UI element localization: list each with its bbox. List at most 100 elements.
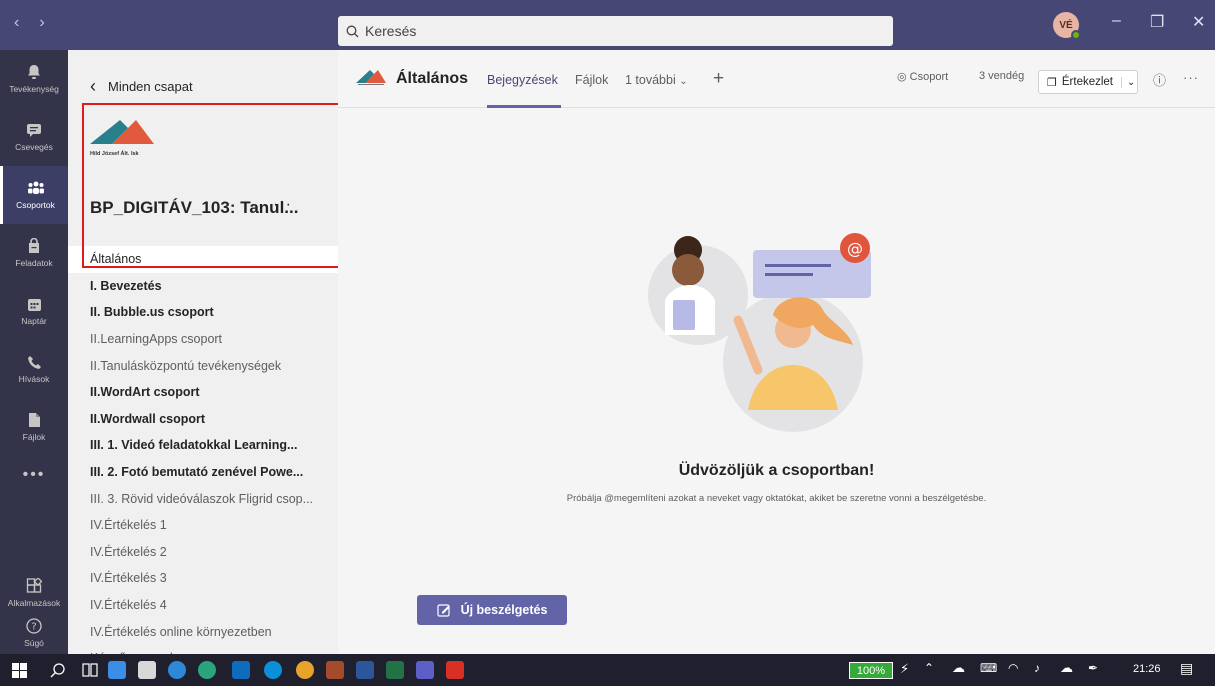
channel-item[interactable]: Képző anyagok: [68, 645, 338, 654]
pdf-icon[interactable]: [446, 661, 464, 679]
main-content: Általános Bejegyzések Fájlok 1 további ⌄…: [338, 50, 1215, 654]
teams-icon[interactable]: [416, 661, 434, 679]
teams-icon: [27, 181, 44, 194]
skype-icon[interactable]: [264, 661, 282, 679]
new-conversation-button[interactable]: Új beszélgetés: [417, 595, 567, 625]
minimize-icon[interactable]: –: [1112, 12, 1121, 30]
maximize-icon[interactable]: ❐: [1150, 12, 1164, 32]
calendar-icon: [27, 298, 41, 311]
chat-icon: [27, 124, 41, 137]
rail-item-assignments[interactable]: Feladatok: [0, 224, 68, 282]
channel-item[interactable]: IV.Értékelés 2: [68, 539, 338, 566]
channel-item[interactable]: III. 2. Fotó bemutató zenével Powe...: [68, 459, 338, 486]
compose-icon: [436, 604, 450, 617]
search-input[interactable]: Keresés: [338, 16, 893, 46]
team-sidebar: ‹ Minden csapat Hild József Ált. Isk BP_…: [68, 50, 338, 654]
rail-label: Hívások: [18, 373, 50, 384]
rail-item-chat[interactable]: Csevegés: [0, 108, 68, 166]
channel-item[interactable]: III. 3. Rövid videóválaszok Fligrid csop…: [68, 485, 338, 512]
outlook-icon[interactable]: [232, 661, 250, 679]
onedrive-icon[interactable]: ☁: [1060, 660, 1073, 676]
rail-label: Fájlok: [22, 432, 46, 442]
task-view-icon[interactable]: [82, 662, 98, 678]
channel-item[interactable]: IV.Értékelés 3: [68, 565, 338, 592]
add-tab-icon[interactable]: +: [713, 68, 724, 90]
edge-icon[interactable]: [168, 661, 186, 679]
cloud-icon[interactable]: ☁: [952, 660, 965, 676]
rail-item-calls[interactable]: Hívások: [0, 340, 68, 398]
chevron-down-icon: ⌄: [679, 76, 688, 87]
group-privacy[interactable]: ◎ Csoport: [897, 70, 948, 83]
notifications-icon[interactable]: ▤: [1180, 660, 1193, 677]
clock[interactable]: 21:26: [1133, 663, 1161, 675]
back-arrow-icon[interactable]: ‹: [14, 14, 19, 32]
channel-item[interactable]: II.Wordwall csoport: [68, 406, 338, 433]
browser-icon[interactable]: [198, 661, 216, 679]
team-more-options-icon[interactable]: ···: [273, 196, 292, 214]
channel-list: Általános I. Bevezetés II. Bubble.us cso…: [68, 246, 338, 654]
rail-label: Tevékenység: [9, 84, 59, 94]
rail-label: Feladatok: [15, 258, 53, 268]
forward-arrow-icon[interactable]: ›: [39, 14, 44, 32]
meet-label: Értekezlet: [1061, 76, 1114, 88]
channel-item[interactable]: II.Tanulásközpontú tevékenységek: [68, 352, 338, 379]
tab-more-label: 1 további: [625, 73, 676, 87]
pen-icon[interactable]: ✒: [1088, 661, 1098, 675]
search-icon[interactable]: [50, 662, 66, 678]
image-app-icon[interactable]: [326, 661, 344, 679]
power-icon[interactable]: ⚡: [900, 661, 909, 677]
rail-item-teams[interactable]: Csoportok: [0, 166, 68, 224]
team-channel-icon: [356, 70, 386, 85]
more-options-icon[interactable]: ···: [1183, 70, 1199, 85]
chevron-up-icon[interactable]: ⌃: [924, 661, 934, 675]
help-icon: ?: [26, 618, 42, 634]
team-logo[interactable]: [90, 120, 154, 144]
channel-item[interactable]: I. Bevezetés: [68, 273, 338, 300]
speaker-icon[interactable]: ♪: [1034, 661, 1040, 675]
word-icon[interactable]: [356, 661, 374, 679]
store-icon[interactable]: [138, 661, 156, 679]
welcome-illustration: @: [648, 233, 871, 432]
presence-available-icon: [1071, 30, 1081, 40]
os-taskbar: 100% ⚡ ⌃ ☁ ⌨ ◠ ♪ ☁ ✒ 21:26 ▤: [0, 654, 1215, 686]
channel-item[interactable]: IV.Értékelés 1: [68, 512, 338, 539]
avatar-initials: VÉ: [1059, 19, 1073, 31]
new-conversation-label: Új beszélgetés: [460, 603, 548, 617]
search-placeholder: Keresés: [365, 23, 417, 39]
svg-text:@: @: [847, 239, 863, 258]
keyboard-icon[interactable]: ⌨: [980, 661, 997, 675]
svg-text:?: ?: [31, 622, 36, 633]
rail-item-activity[interactable]: Tevékenység: [0, 50, 68, 108]
channel-item[interactable]: IV.Értékelés 4: [68, 592, 338, 619]
welcome-title: Üdvözöljük a csoportban!: [678, 462, 875, 479]
tab-posts[interactable]: Bejegyzések: [487, 73, 558, 87]
taskbar-app-icon[interactable]: [108, 661, 126, 679]
channel-item[interactable]: II.LearningApps csoport: [68, 326, 338, 353]
rail-label: Naptár: [21, 315, 47, 326]
chrome-icon[interactable]: [296, 661, 314, 679]
guests-count[interactable]: 3 vendég: [979, 70, 1024, 82]
battery-status[interactable]: 100%: [849, 662, 893, 679]
info-icon[interactable]: ⓘ: [1153, 70, 1166, 89]
chevron-down-icon[interactable]: ⌄: [1121, 76, 1135, 88]
team-name: BP_DIGITÁV_103: Tanul...: [90, 198, 299, 217]
channel-item[interactable]: Általános: [68, 246, 338, 273]
welcome-subtitle: Próbálja @megemlíteni azokat a neveket v…: [566, 493, 987, 504]
rail-item-calendar[interactable]: Naptár: [0, 282, 68, 340]
rail-more-button[interactable]: •••: [0, 446, 68, 504]
bell-icon: [28, 65, 40, 79]
channel-item[interactable]: III. 1. Videó feladatokkal Learning...: [68, 432, 338, 459]
all-teams-link[interactable]: ‹ Minden csapat: [90, 76, 193, 97]
close-icon[interactable]: ✕: [1192, 12, 1205, 32]
tab-files[interactable]: Fájlok: [575, 73, 608, 87]
excel-icon[interactable]: [386, 661, 404, 679]
windows-start-icon[interactable]: [12, 663, 27, 678]
wifi-icon[interactable]: ◠: [1008, 661, 1018, 675]
school-name: Hild József Ált. Isk: [90, 151, 139, 157]
meet-button[interactable]: ❐ Értekezlet ⌄: [1038, 70, 1138, 94]
avatar[interactable]: VÉ: [1053, 12, 1081, 40]
channel-item[interactable]: IV.Értékelés online környezetben: [68, 618, 338, 645]
channel-item[interactable]: II. Bubble.us csoport: [68, 299, 338, 326]
tab-more[interactable]: 1 további ⌄: [625, 73, 688, 87]
channel-item[interactable]: II.WordArt csoport: [68, 379, 338, 406]
